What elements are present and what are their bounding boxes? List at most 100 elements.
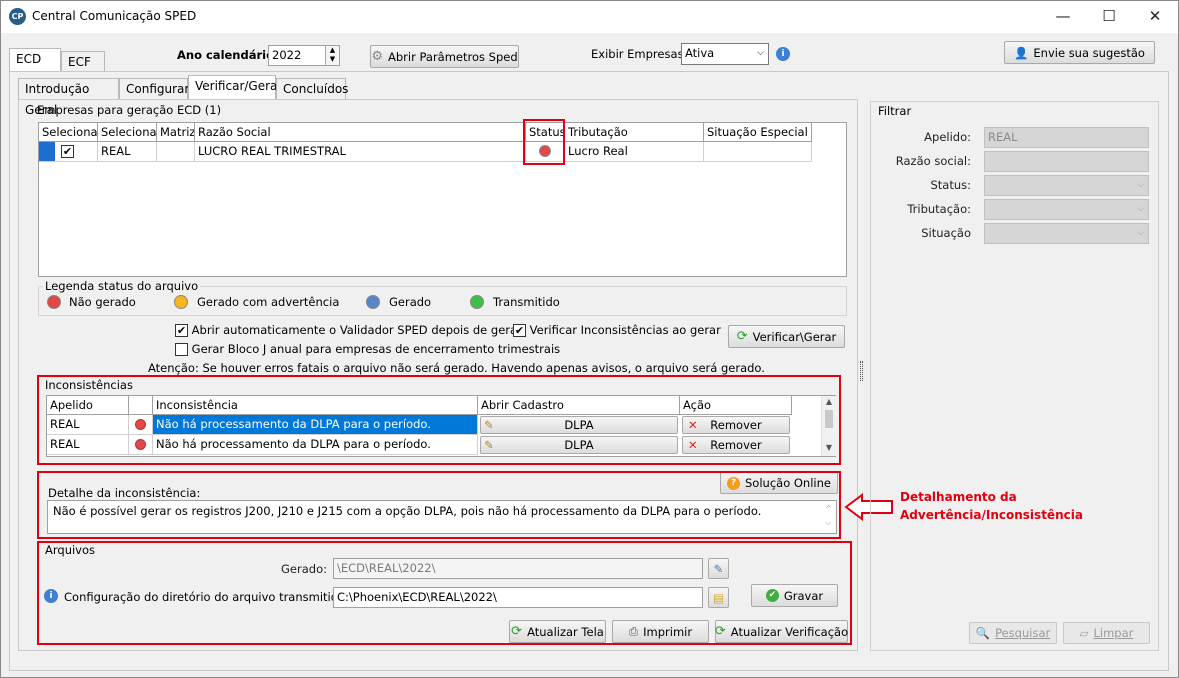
abrir-validador-checkbox[interactable]: ✔ [175,324,188,337]
gravar-button[interactable]: ✔ Gravar [751,584,838,607]
col-situacao-especial[interactable]: Situação Especial [704,123,812,142]
col-razao-social[interactable]: Razão Social [195,123,526,142]
envie-sugestao-button[interactable]: 👤 Envie sua sugestão [1004,41,1155,64]
razao-social-cell: LUCRO REAL TRIMESTRAL [195,142,526,162]
inconsistencias-grid: Apelido Inconsistência Abrir Cadastro Aç… [46,395,836,457]
edit-gerado-button[interactable]: ✎ [708,558,729,579]
abrir-cadastro-button[interactable]: ✎ DLPA [480,436,678,454]
remover-button[interactable]: ✕ Remover [682,416,790,434]
detalhe-label: Detalhe da inconsistência: [48,486,201,500]
filtro-tributacao-label: Tributação: [907,202,971,216]
table-row[interactable]: ✔ REAL LUCRO REAL TRIMESTRAL Lucro Real [39,142,812,163]
filtro-apelido-label: Apelido: [924,130,971,144]
pesquisar-button[interactable]: 🔍 Pesquisar [969,622,1057,644]
refresh-icon: ⟳ [511,624,523,639]
abrir-cadastro-button[interactable]: ✎ DLPA [480,416,678,434]
verificar-gerar-button[interactable]: ⟳ Verificar\Gerar [728,325,845,348]
exibir-empresas-select[interactable]: Ativa ⌵ [681,43,769,65]
tab-introducao-geral[interactable]: Introdução Geral [18,78,119,117]
gerar-bloco-j-option[interactable]: Gerar Bloco J anual para empresas de enc… [175,342,560,356]
detalhe-textarea[interactable]: Não é possível gerar os registros J200, … [47,500,837,534]
error-cell [129,415,153,435]
filtro-status-select[interactable]: ⌵ [984,175,1149,196]
verificar-inconsistencias-checkbox[interactable]: ✔ [513,324,526,337]
gerado-input[interactable]: \ECD\REAL\2022\ [333,558,703,579]
config-label: Configuração do diretório do arquivo tra… [64,590,349,604]
inconsistencia-cell[interactable]: Não há processamento da DLPA para o perí… [153,415,478,435]
ano-spinner[interactable]: ▲ ▼ [325,46,339,65]
filtrar-title: Filtrar [878,104,912,118]
abrir-validador-option[interactable]: ✔ Abrir automaticamente o Validador SPED… [175,323,524,337]
edit-form-icon: ✎ [484,418,494,432]
atualizar-verificacao-button[interactable]: ⟳ Atualizar Verificação [715,620,848,643]
filtro-situacao-select[interactable]: ⌵ [984,223,1149,244]
remove-x-icon: ✕ [688,438,698,452]
folder-browse-button[interactable]: ▤ [708,587,729,608]
atencao-text: Atenção: Se houver erros fatais o arquiv… [148,361,765,375]
inconsistencias-scrollbar[interactable]: ▲ ▼ [821,396,836,456]
tab-concluidos[interactable]: Concluídos [276,78,348,100]
config-diretorio-input[interactable]: C:\Phoenix\ECD\REAL\2022\ [333,587,703,608]
check-circle-icon: ✔ [765,589,779,602]
inconsistencias-title: Inconsistências [45,378,133,392]
remove-x-icon: ✕ [688,418,698,432]
tab-configurar[interactable]: Configurar [119,78,189,100]
inconsistencia-cell[interactable]: Não há processamento da DLPA para o perí… [153,435,478,455]
tab-ecd[interactable]: ECD [9,48,61,72]
eraser-icon: ▱ [1079,626,1089,640]
tab-verificar-gerar[interactable]: Verificar/Gerar [188,75,282,100]
tab-ecf[interactable]: ECF [61,51,105,73]
splitter-handle[interactable] [860,361,863,381]
nao-gerado-dot-icon [47,295,61,309]
close-button[interactable]: ✕ [1132,1,1178,33]
table-row[interactable]: REAL Não há processamento da DLPA para o… [47,435,792,455]
chevron-down-icon: ⌵ [1137,228,1144,238]
edit-icon: ✎ [713,561,724,576]
minimize-button[interactable]: — [1040,1,1086,33]
legenda-gerado: Gerado [389,295,432,309]
limpar-button[interactable]: ▱ Limpar [1063,622,1150,644]
verificar-inconsistencias-option[interactable]: ✔ Verificar Inconsistências ao gerar [513,323,721,337]
user-icon: 👤 [1014,45,1029,60]
chevron-down-icon: ⌵ [1137,204,1144,214]
gear-icon: ⚙ [371,49,383,64]
apelido-cell: REAL [47,435,129,455]
maximize-button[interactable]: ☐ [1086,1,1132,33]
filtro-tributacao-select[interactable]: ⌵ [984,199,1149,220]
table-row[interactable]: REAL Não há processamento da DLPA para o… [47,415,792,435]
col-selecionar[interactable]: Selecionar [39,123,98,142]
legenda-title: Legenda status do arquivo [43,279,201,293]
col-matriz[interactable]: Matriz [157,123,195,142]
atualizar-tela-button[interactable]: ⟳ Atualizar Tela [509,620,606,643]
col-acao[interactable]: Ação [680,396,792,415]
selecionar-cell[interactable]: ✔ [39,142,98,162]
error-cell [129,435,153,455]
select-checkbox[interactable]: ✔ [61,145,74,158]
col-tributacao[interactable]: Tributação [565,123,704,142]
error-icon [135,439,146,450]
col-inconsistencia[interactable]: Inconsistência [153,396,478,415]
info-icon[interactable]: i [776,47,790,61]
status-cell [526,142,565,162]
gerado-dot-icon [366,295,380,309]
col-apelido[interactable]: Apelido [47,396,129,415]
imprimir-button[interactable]: ⎙ Imprimir [612,620,709,643]
ano-input[interactable]: 2022 ▲ ▼ [268,45,340,66]
col-abrir-cadastro[interactable]: Abrir Cadastro [478,396,680,415]
solucao-online-button[interactable]: ? Solução Online [720,472,838,494]
filtro-apelido-input[interactable]: REAL [984,127,1149,148]
abrir-parametros-button[interactable]: ⚙ Abrir Parâmetros Sped [370,45,519,68]
help-icon: ? [727,476,740,490]
gerar-bloco-j-checkbox[interactable] [175,343,188,356]
filtro-status-label: Status: [930,178,971,192]
col-icon[interactable] [129,396,153,415]
filtro-razao-input[interactable] [984,151,1149,172]
edit-form-icon: ✎ [484,438,494,452]
col-status[interactable]: Status [526,123,565,142]
remover-button[interactable]: ✕ Remover [682,436,790,454]
chevron-down-icon: ⌵ [1137,180,1144,190]
arquivos-title: Arquivos [45,543,96,557]
col-selecionar-2[interactable]: Selecionar [98,123,157,142]
folder-icon: ▤ [713,590,724,605]
textarea-scroll-icon[interactable]: ^ ⌵ [825,502,832,530]
